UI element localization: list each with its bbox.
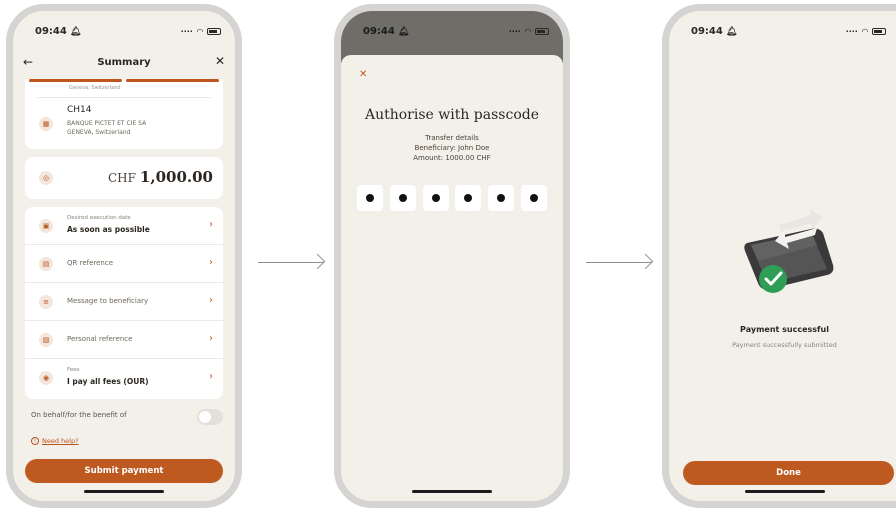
on-behalf-label: On behalf/for the benefit of (31, 411, 127, 419)
signal-icon: ···· (845, 26, 858, 36)
fees-icon: ◉ (39, 371, 53, 385)
home-indicator (412, 490, 492, 493)
submit-payment-button[interactable]: Submit payment (25, 459, 223, 483)
pin-digit (488, 185, 515, 211)
details-list: ▣ Desired execution date As soon as poss… (25, 207, 223, 399)
info-icon: i (31, 437, 39, 445)
header: ← Summary ✕ (13, 49, 235, 79)
bell-icon: 🔔︎ (725, 26, 738, 37)
status-bar: 09:44 🔔︎ ···· ◠ (363, 23, 549, 39)
details-heading: Transfer details (425, 134, 479, 142)
qr-reference-row[interactable]: ▤ QR reference › (25, 245, 223, 283)
status-bar: 09:44 🔔︎ ···· ◠ (35, 23, 221, 39)
status-time: 09:44 (691, 25, 723, 37)
step-progress (29, 79, 219, 82)
pin-digit (455, 185, 482, 211)
wifi-icon: ◠ (861, 26, 868, 36)
passcode-input[interactable] (357, 185, 547, 211)
beneficiary-line: Beneficiary: John Doe (414, 144, 490, 152)
checkmark-icon (759, 265, 787, 293)
qr-icon: ▤ (39, 257, 53, 271)
beneficiary-address: Geneva, Switzerland (69, 85, 121, 91)
home-indicator (84, 490, 164, 493)
signal-icon: ···· (508, 26, 521, 36)
success-title: Payment successful (740, 325, 829, 334)
home-indicator (744, 490, 825, 493)
need-help-link[interactable]: Need help? (42, 437, 79, 445)
need-help[interactable]: i Need help? (31, 437, 79, 445)
passcode-screen: 09:44 🔔︎ ···· ◠ ✕ Authorise with passcode … (334, 4, 570, 508)
page-title: Summary (97, 57, 151, 68)
amount-card[interactable]: ◎ CHF 1,000.00 (25, 157, 223, 199)
bank-details: BANQUE PICTET ET CIE SA GENEVA, Switzerl… (67, 119, 146, 137)
chevron-right-icon: › (209, 219, 213, 230)
passcode-title: Authorise with passcode (364, 107, 540, 123)
currency: CHF (107, 171, 136, 185)
wifi-icon: ◠ (196, 26, 203, 36)
pin-digit (389, 185, 416, 211)
amount-value: 1,000.00 (139, 168, 213, 186)
row-label: QR reference (67, 259, 114, 267)
battery-icon (207, 27, 221, 35)
row-label: Personal reference (67, 335, 133, 343)
message-icon: ≡ (39, 295, 53, 309)
success-screen: 09:44 🔔︎ ···· ◠ Payment successful Payment… (662, 4, 896, 508)
status-time: 09:44 (35, 25, 67, 37)
flow-arrow-icon (258, 262, 324, 263)
pin-digit (422, 185, 449, 211)
personal-reference-row[interactable]: ▨ Personal reference › (25, 321, 223, 359)
close-icon[interactable]: ✕ (215, 54, 225, 68)
summary-screen: 09:44 🔔︎ ···· ◠ Geneva, Switzerland ▦ CH14… (6, 4, 242, 508)
bell-icon: 🔔︎ (397, 26, 410, 37)
bank-location: GENEVA, Switzerland (67, 129, 131, 136)
row-value: As soon as possible (67, 225, 150, 234)
row-label: Desired execution date (67, 215, 131, 221)
close-icon[interactable]: ✕ (359, 69, 367, 80)
money-icon: ◎ (39, 171, 53, 185)
row-value: I pay all fees (OUR) (67, 377, 149, 386)
fees-row[interactable]: ◉ Fees I pay all fees (OUR) › (25, 359, 223, 397)
pin-digit (357, 185, 383, 211)
calendar-icon: ▣ (39, 219, 53, 233)
bank-name: BANQUE PICTET ET CIE SA (67, 120, 147, 127)
beneficiary-card: Geneva, Switzerland ▦ CH14 BANQUE PICTET… (25, 71, 223, 149)
row-label: Fees (67, 367, 80, 373)
bank-icon: ▦ (39, 117, 53, 131)
iban: CH14 (67, 105, 92, 115)
wifi-icon: ◠ (524, 26, 531, 36)
status-icons: ···· ◠ (509, 27, 549, 36)
status-bar: 09:44 🔔︎ ···· ◠ (691, 23, 886, 39)
chevron-right-icon: › (209, 257, 213, 268)
on-behalf-toggle[interactable] (197, 409, 223, 425)
amount-line: Amount: 1000.00 CHF (413, 154, 491, 162)
status-icons: ···· ◠ (181, 27, 221, 36)
chevron-right-icon: › (209, 333, 213, 344)
status-time: 09:44 (363, 25, 395, 37)
message-row[interactable]: ≡ Message to beneficiary › (25, 283, 223, 321)
status-icons: ···· ◠ (846, 27, 886, 36)
passcode-sheet: ✕ Authorise with passcode Transfer detai… (341, 55, 563, 501)
row-label: Message to beneficiary (67, 297, 149, 305)
step-1 (29, 79, 122, 82)
pin-digit (520, 185, 547, 211)
done-button[interactable]: Done (683, 461, 894, 485)
battery-icon (872, 27, 886, 35)
transfer-details: Transfer details Beneficiary: John Doe A… (341, 133, 563, 163)
success-subtitle: Payment successfully submitted (732, 341, 837, 349)
amount-display: CHF 1,000.00 (108, 167, 213, 186)
chevron-right-icon: › (209, 295, 213, 306)
note-icon: ▨ (39, 333, 53, 347)
chevron-right-icon: › (209, 371, 213, 382)
step-2 (126, 79, 219, 82)
divider (37, 97, 211, 98)
flow-arrow-icon (586, 262, 652, 263)
execution-date-row[interactable]: ▣ Desired execution date As soon as poss… (25, 207, 223, 245)
payment-success-illustration (744, 209, 834, 293)
signal-icon: ···· (180, 26, 193, 36)
battery-icon (535, 27, 549, 35)
bell-icon: 🔔︎ (69, 26, 82, 37)
